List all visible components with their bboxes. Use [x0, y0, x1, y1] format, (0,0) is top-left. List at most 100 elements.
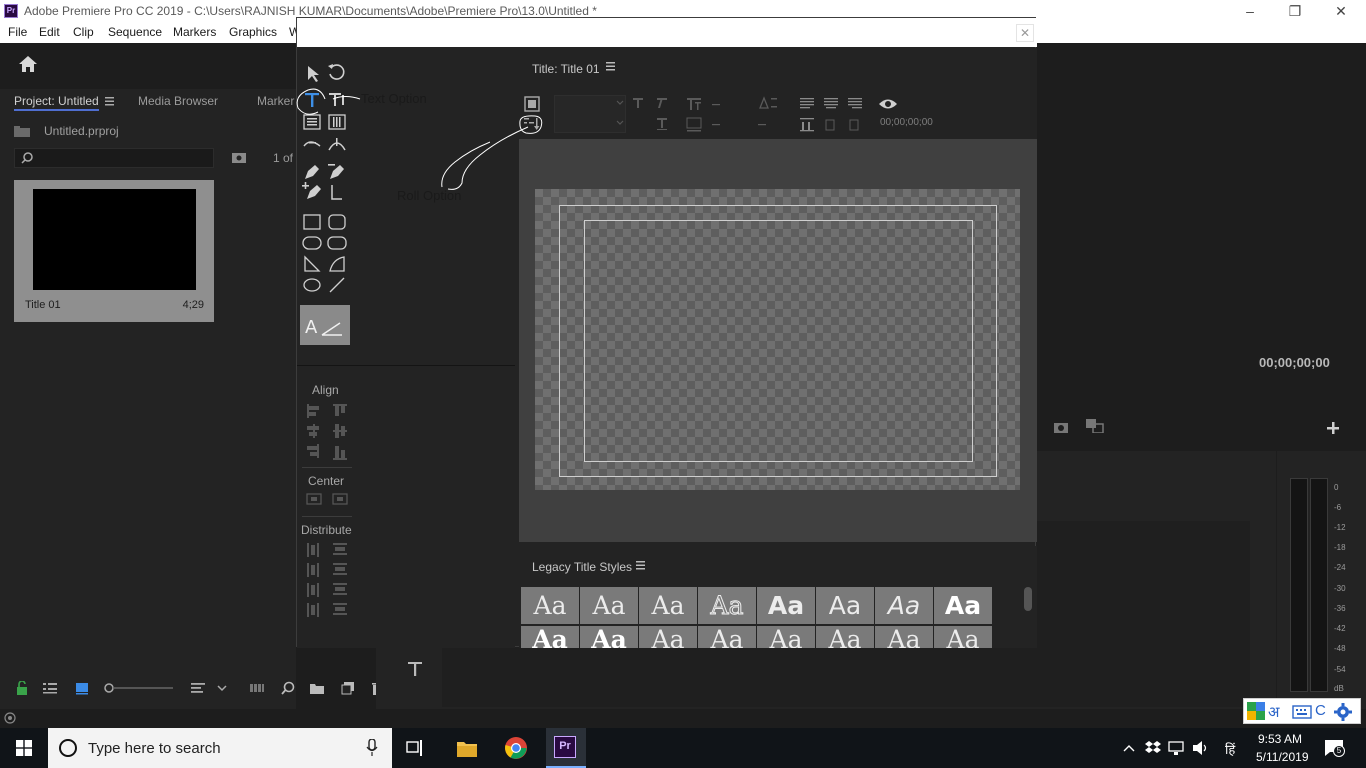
rounded-corner-rectangle-tool-icon[interactable]: [327, 233, 347, 253]
center-buttons-icon[interactable]: [305, 492, 353, 508]
taskbar-search-box[interactable]: Type here to search: [48, 728, 392, 768]
style-swatch[interactable]: Aa: [875, 626, 933, 648]
premiere-taskbar-button[interactable]: Pr: [546, 728, 586, 768]
font-family-select[interactable]: [554, 95, 626, 133]
start-button[interactable]: [0, 728, 48, 768]
type-tool-icon[interactable]: [406, 660, 424, 678]
network-icon[interactable]: [1168, 740, 1186, 756]
clipped-corner-rectangle-tool-icon[interactable]: [302, 233, 322, 253]
menu-file[interactable]: File: [8, 25, 27, 39]
styles-scrollbar[interactable]: [1024, 587, 1032, 611]
align-label: Align: [312, 383, 339, 397]
volume-icon[interactable]: [1192, 740, 1210, 756]
minimize-button[interactable]: –: [1227, 1, 1273, 21]
devanagari-script-button[interactable]: अ: [1268, 702, 1279, 722]
menu-graphics[interactable]: Graphics: [229, 25, 277, 39]
meter-label: -6: [1334, 503, 1342, 512]
paragraph-align-buttons-icon[interactable]: [798, 96, 868, 134]
wedge-tool-icon[interactable]: [302, 254, 322, 274]
ime-c-button[interactable]: C: [1315, 702, 1326, 719]
rotation-tool-icon[interactable]: [327, 62, 347, 82]
title-canvas[interactable]: [535, 189, 1020, 490]
style-swatch[interactable]: Aa: [875, 587, 933, 624]
clock-time[interactable]: 9:53 AM: [1258, 732, 1302, 746]
action-center-button[interactable]: 5: [1324, 739, 1345, 757]
lock-icon[interactable]: [15, 681, 29, 695]
style-swatch[interactable]: Aa: [639, 587, 697, 624]
clock-date[interactable]: 5/11/2019: [1256, 750, 1309, 764]
file-explorer-icon[interactable]: [456, 738, 478, 758]
zoom-slider[interactable]: [103, 682, 173, 694]
style-swatch[interactable]: Aa: [639, 626, 697, 648]
automate-to-sequence-icon[interactable]: [250, 681, 264, 695]
home-icon[interactable]: [18, 55, 38, 73]
chevron-down-icon[interactable]: [215, 681, 229, 695]
title-window-header[interactable]: ✕: [297, 18, 1037, 47]
line-tool-icon[interactable]: [327, 275, 347, 295]
task-view-icon[interactable]: [406, 739, 426, 757]
rectangle-tool-icon[interactable]: [302, 212, 322, 232]
search-icon: [21, 152, 33, 164]
keyboard-icon[interactable]: [1292, 705, 1312, 719]
tab-media-browser[interactable]: Media Browser: [138, 94, 218, 108]
style-swatch[interactable]: Aa: [580, 587, 638, 624]
chrome-icon[interactable]: [504, 736, 528, 760]
style-swatch[interactable]: Aa: [757, 587, 815, 624]
sort-icon[interactable]: [191, 681, 205, 695]
meter-label: dB: [1334, 684, 1344, 693]
style-swatch[interactable]: Aa: [580, 626, 638, 648]
new-search-bin-icon[interactable]: [232, 152, 246, 163]
style-swatch[interactable]: Aa: [934, 626, 992, 648]
leading-icon[interactable]: [755, 96, 779, 134]
status-icon[interactable]: [3, 712, 17, 724]
text-size-kerning-icon[interactable]: [684, 96, 754, 134]
style-swatch[interactable]: Aa: [934, 587, 992, 624]
new-bin-icon[interactable]: [310, 681, 324, 695]
menu-markers[interactable]: Markers: [173, 25, 216, 39]
comparison-view-icon[interactable]: [1086, 419, 1104, 433]
show-background-video-icon[interactable]: [877, 95, 899, 113]
icon-view-icon[interactable]: [75, 681, 89, 695]
selection-tool-icon[interactable]: [303, 64, 323, 84]
project-search-input[interactable]: [14, 148, 214, 168]
menu-edit[interactable]: Edit: [39, 25, 60, 39]
list-view-icon[interactable]: [43, 681, 57, 695]
export-frame-icon[interactable]: [1054, 421, 1068, 433]
style-swatch[interactable]: Aa: [816, 587, 874, 624]
add-button-icon[interactable]: [1327, 422, 1339, 434]
dropbox-icon[interactable]: [1145, 740, 1161, 756]
menu-sequence[interactable]: Sequence: [108, 25, 162, 39]
style-swatch[interactable]: Aa: [521, 626, 579, 648]
close-title-window-button[interactable]: ✕: [1016, 24, 1034, 42]
panel-menu-icon[interactable]: [636, 561, 645, 570]
new-title-based-on-current-icon[interactable]: [524, 96, 540, 112]
close-button[interactable]: ✕: [1318, 1, 1364, 21]
restore-button[interactable]: ❐: [1272, 1, 1318, 21]
settings-gear-icon[interactable]: [1334, 703, 1352, 721]
font-style-buttons-icon[interactable]: [630, 96, 690, 134]
tab-project[interactable]: Project: Untitled: [14, 94, 99, 111]
clip-thumbnail-title-01[interactable]: Title 01 4;29: [14, 180, 214, 322]
ellipse-tool-icon[interactable]: [302, 275, 322, 295]
find-icon[interactable]: [281, 681, 295, 695]
premiere-logo-icon: Pr: [4, 4, 18, 18]
menu-clip[interactable]: Clip: [73, 25, 94, 39]
style-swatch[interactable]: Aa: [757, 626, 815, 648]
microphone-icon[interactable]: [366, 739, 378, 757]
style-swatch[interactable]: Aa: [698, 626, 756, 648]
section-divider: [302, 516, 352, 517]
distribute-buttons-icon[interactable]: [305, 541, 353, 623]
panel-menu-icon[interactable]: [105, 97, 114, 106]
arc-tool-icon[interactable]: [327, 254, 347, 274]
show-hidden-icons-chevron-icon[interactable]: [1123, 743, 1135, 753]
input-language-indicator[interactable]: हिं: [1225, 740, 1235, 758]
align-buttons-icon[interactable]: [305, 402, 353, 464]
tab-markers[interactable]: Marker: [257, 94, 294, 108]
google-input-tools-icon[interactable]: [1247, 702, 1265, 720]
panel-menu-icon[interactable]: [606, 62, 615, 71]
new-item-icon[interactable]: [341, 681, 355, 695]
style-swatch[interactable]: Aa: [816, 626, 874, 648]
style-swatch[interactable]: Aa: [698, 587, 756, 624]
style-swatch[interactable]: Aa: [521, 587, 579, 624]
rounded-rectangle-tool-icon[interactable]: [327, 212, 347, 232]
